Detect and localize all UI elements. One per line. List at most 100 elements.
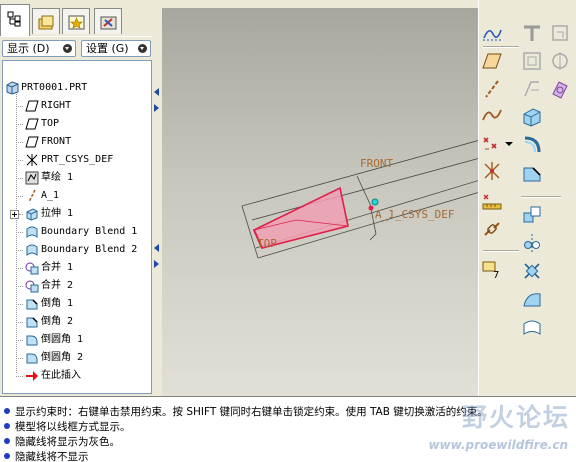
model-view[interactable]: FRONT A_1_CSYS_DEF TOP [162, 8, 478, 396]
watermark: 野火论坛 www.proewildfire.cn [398, 398, 574, 460]
round-icon [26, 335, 38, 346]
variable-section-sweep-button[interactable] [521, 22, 543, 44]
mirror-button[interactable] [521, 232, 543, 254]
tree-item-label: 在此插入 [41, 370, 81, 381]
pattern-button[interactable] [521, 204, 543, 226]
tree-item-front[interactable]: FRONT [3, 133, 151, 151]
sweep-icon [524, 25, 540, 41]
expand-right-icon[interactable] [154, 260, 159, 268]
hole-button[interactable] [549, 78, 571, 100]
revolve-tool-icon [524, 136, 541, 153]
datum-axis-button[interactable] [481, 78, 503, 100]
blend-button[interactable] [549, 22, 571, 44]
connections-icon [100, 16, 117, 30]
chain-icon [484, 222, 500, 236]
watermark-url: www.proewildfire.cn [428, 438, 568, 452]
tree-item-label: Boundary Blend 2 [41, 244, 138, 255]
tree-item-label: 倒角 2 [41, 316, 74, 327]
navigator-tabs [0, 0, 158, 36]
datum-point-button[interactable] [481, 132, 503, 154]
axis-icon [28, 189, 36, 203]
tree-item-sketch[interactable]: 草绘 1 [3, 169, 151, 187]
extrude-icon [26, 208, 38, 221]
chain-reference-button[interactable] [481, 218, 503, 240]
collapse-left-icon[interactable] [154, 88, 159, 96]
draft-icon [524, 81, 539, 97]
tree-item-right[interactable]: RIGHT [3, 97, 151, 115]
tab-connections[interactable] [94, 8, 122, 34]
round-icon [26, 353, 38, 364]
message-text: 隐藏线将显示为灰色。 [15, 436, 120, 448]
tree-item-label: 拉伸 1 [41, 208, 74, 219]
datum-plane-icon [25, 118, 39, 130]
tree-item-chamfer-1[interactable]: 倒角 1 [3, 295, 151, 313]
chamfer-tool-icon [523, 167, 541, 182]
tree-item-chamfer-2[interactable]: 倒角 2 [3, 313, 151, 331]
part-icon [6, 81, 19, 95]
tree-item-round-2[interactable]: 倒圆角 2 [3, 349, 151, 367]
extrude-tool-icon [523, 108, 541, 127]
datum-curve-sketch-button[interactable] [481, 22, 503, 44]
datum-curve-sketch-icon [483, 29, 502, 41]
message-area: 显示约束时：右键单击禁用约束。按 SHIFT 键同时右键单击锁定约束。使用 TA… [0, 396, 576, 462]
tree-item-extrude[interactable]: 拉伸 1 [3, 205, 151, 223]
csys-marker-icon [371, 198, 379, 206]
shell-button[interactable] [521, 50, 543, 72]
tree-item-merge-1[interactable]: 合并 1 [3, 259, 151, 277]
tab-folder-browser[interactable] [32, 8, 60, 34]
tree-item-root[interactable]: PRT0001.PRT [3, 79, 151, 97]
rib-button[interactable] [549, 50, 571, 72]
blend-icon [552, 25, 568, 41]
trim-icon [524, 263, 540, 279]
tree-item-insert-here[interactable]: 在此插入 [3, 367, 151, 385]
expand-right-icon[interactable] [154, 104, 159, 112]
top-datum-label: TOP [257, 237, 277, 250]
analysis-feature-button[interactable] [481, 190, 503, 212]
annotation-icon: 7 [482, 261, 499, 280]
settings-menu-label: 设置 (G) [86, 42, 129, 55]
show-menu[interactable]: 显示 (D) [2, 40, 76, 57]
thicken-button[interactable] [521, 316, 543, 338]
watermark-title: 野火论坛 [461, 403, 570, 432]
mirror-icon [524, 234, 540, 252]
message-line: 隐藏线将显示为灰色。 [4, 435, 120, 450]
datum-plane-button[interactable] [481, 50, 503, 72]
expand-icon[interactable] [10, 210, 19, 219]
feature-toolbar: 7 [478, 0, 576, 396]
revolve-tool-button[interactable] [521, 134, 543, 156]
message-line: 模型将以线框方式显示。 [4, 420, 131, 435]
tree-item-csys[interactable]: PRT_CSYS_DEF [3, 151, 151, 169]
chevron-down-icon [63, 44, 72, 53]
message-line: 隐藏线将不显示 [4, 450, 89, 462]
chamfer-tool-button[interactable] [521, 162, 543, 184]
tab-model-tree[interactable] [0, 4, 30, 36]
annotation-button[interactable]: 7 [481, 258, 503, 280]
datum-csys-button[interactable] [481, 160, 503, 182]
trim-button[interactable] [521, 260, 543, 282]
tab-favorites[interactable] [62, 8, 90, 34]
settings-menu[interactable]: 设置 (G) [81, 40, 151, 57]
datum-curve-button[interactable] [481, 104, 503, 126]
tree-item-merge-2[interactable]: 合并 2 [3, 277, 151, 295]
draft-button[interactable] [521, 78, 543, 100]
offset-button[interactable] [521, 288, 543, 310]
datum-csys-icon [484, 162, 500, 180]
tree-item-top[interactable]: TOP [3, 115, 151, 133]
tree-item-boundary-blend-2[interactable]: Boundary Blend 2 [3, 241, 151, 259]
tree-item-boundary-blend-1[interactable]: Boundary Blend 1 [3, 223, 151, 241]
csys-origin-icon [368, 205, 374, 211]
panel-splitter[interactable] [152, 0, 162, 396]
chevron-down-icon [138, 44, 147, 53]
collapse-left-icon[interactable] [154, 244, 159, 252]
boundary-blend-icon [26, 226, 38, 239]
extrude-tool-button[interactable] [521, 106, 543, 128]
tree-item-label: TOP [41, 118, 60, 129]
graphics-window[interactable]: FRONT A_1_CSYS_DEF TOP [162, 8, 478, 396]
tree-item-round-1[interactable]: 倒圆角 1 [3, 331, 151, 349]
datum-point-dropdown[interactable] [503, 138, 515, 160]
thicken-icon [523, 320, 541, 335]
tree-item-axis[interactable]: A_1 [3, 187, 151, 205]
folder-browser-icon [38, 15, 54, 30]
info-bullet-icon [4, 423, 10, 429]
insert-here-arrow-icon [26, 371, 38, 381]
